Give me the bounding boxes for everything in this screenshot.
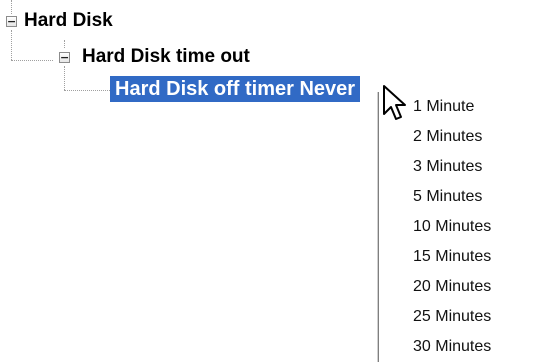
- tree-node-hard-disk-off-timer[interactable]: Hard Disk off timer Never: [110, 76, 361, 102]
- dropdown-option[interactable]: 3 Minutes: [379, 152, 540, 182]
- tree-connector: [64, 40, 65, 48]
- tree-node-hard-disk-time-out[interactable]: Hard Disk time out: [82, 46, 250, 68]
- timeout-dropdown-list[interactable]: 1 Minute 2 Minutes 3 Minutes 5 Minutes 1…: [378, 92, 540, 362]
- tree-connector: [11, 30, 12, 60]
- tree-connector: [64, 66, 65, 90]
- dropdown-option[interactable]: 20 Minutes: [379, 272, 540, 302]
- dropdown-option[interactable]: 5 Minutes: [379, 182, 540, 212]
- dropdown-option[interactable]: 10 Minutes: [379, 212, 540, 242]
- dropdown-option[interactable]: 25 Minutes: [379, 302, 540, 332]
- tree-connector: [64, 90, 112, 91]
- collapse-minus-icon[interactable]: −: [59, 52, 70, 63]
- dropdown-option[interactable]: 15 Minutes: [379, 242, 540, 272]
- tree-connector: [11, 60, 53, 61]
- collapse-minus-icon[interactable]: −: [6, 16, 17, 27]
- dropdown-option[interactable]: 2 Minutes: [379, 122, 540, 152]
- arrow-cursor-icon: [383, 85, 406, 120]
- tree-connector: [11, 0, 12, 14]
- tree-node-hard-disk[interactable]: Hard Disk: [24, 10, 113, 32]
